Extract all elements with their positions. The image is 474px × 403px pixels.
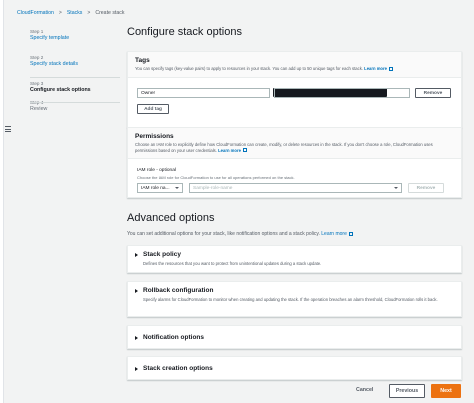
caret-right-icon[interactable] [135, 253, 138, 257]
step-link-specify-template[interactable]: Specify template [30, 35, 112, 42]
tag-remove-button[interactable]: Remove [415, 88, 451, 98]
app-window: CloudFormation > Stacks > Create stack S… [0, 0, 474, 403]
hamburger-menu-icon[interactable] [5, 126, 11, 132]
side-navigation-rail [0, 0, 4, 403]
external-link-icon [388, 66, 393, 71]
permissions-title: Permissions [135, 133, 174, 140]
permissions-learn-more-link[interactable]: Learn more [218, 148, 241, 153]
external-link-icon [242, 148, 247, 153]
rollback-configuration-section[interactable]: Rollback configuration Specify alarms fo… [127, 281, 462, 317]
page-title: Configure stack options [127, 26, 242, 38]
chevron-down-icon [175, 187, 179, 189]
breadcrumb: CloudFormation > Stacks > Create stack [17, 10, 124, 16]
rollback-configuration-title[interactable]: Rollback configuration [143, 287, 213, 294]
step-review: Review [30, 106, 48, 112]
caret-right-icon[interactable] [135, 336, 138, 340]
breadcrumb-stacks[interactable]: Stacks [67, 10, 83, 16]
wizard-step-1: Step 1 Specify template [30, 29, 112, 42]
breadcrumb-separator-icon: > [87, 10, 91, 16]
breadcrumb-current: Create stack [95, 10, 125, 16]
stack-creation-options-title[interactable]: Stack creation options [143, 365, 213, 372]
notification-options-section[interactable]: Notification options [127, 325, 462, 349]
advanced-learn-more-link[interactable]: Learn more [321, 231, 347, 237]
tags-description: You can specify tags (key-value pairs) t… [135, 66, 454, 72]
tags-title: Tags [135, 57, 150, 64]
iam-role-remove-button[interactable]: Remove [408, 183, 444, 193]
tag-key-input[interactable]: Owner [137, 88, 270, 98]
tags-panel: Tags You can specify tags (key-value pai… [127, 51, 462, 128]
tags-learn-more-link[interactable]: Learn more [364, 66, 387, 71]
stack-policy-description: Defines the resources that you want to p… [143, 261, 322, 266]
permissions-panel: Permissions Choose an IAM role to explic… [127, 127, 462, 198]
wizard-footer: Cancel Previous Next [127, 384, 462, 398]
caret-right-icon[interactable] [135, 289, 138, 293]
permissions-header: Permissions Choose an IAM role to explic… [128, 128, 461, 159]
iam-role-type-select[interactable]: IAM role na... [137, 183, 183, 193]
tags-desc-text: You can specify tags (key-value pairs) t… [135, 66, 363, 71]
stack-creation-options-section[interactable]: Stack creation options [127, 356, 462, 380]
permissions-desc-text: Choose an IAM role to explicitly define … [135, 142, 433, 153]
step-divider [30, 77, 120, 78]
tag-value-input[interactable] [274, 88, 410, 98]
tags-header: Tags You can specify tags (key-value pai… [128, 52, 461, 78]
advanced-options-description: You can set additional options for your … [127, 231, 353, 237]
breadcrumb-separator-icon: > [58, 10, 62, 16]
previous-button[interactable]: Previous [389, 384, 425, 398]
external-link-icon [348, 231, 353, 236]
step-current-configure-stack-options: Configure stack options [30, 87, 91, 93]
step-link-specify-stack-details[interactable]: Specify stack details [30, 61, 112, 68]
chevron-down-icon [394, 187, 398, 189]
iam-role-hint: Choose the IAM role for CloudFormation t… [137, 175, 295, 180]
cancel-button[interactable]: Cancel [356, 387, 373, 393]
next-button[interactable]: Next [431, 384, 461, 398]
permissions-description: Choose an IAM role to explicitly define … [135, 142, 454, 153]
iam-role-type-value: IAM role na... [141, 185, 170, 191]
wizard-step-2: Step 2 Specify stack details [30, 55, 112, 68]
advanced-options-title: Advanced options [127, 212, 215, 224]
breadcrumb-cloudformation[interactable]: CloudFormation [17, 10, 54, 16]
advanced-desc-text: You can set additional options for your … [127, 231, 320, 237]
iam-role-placeholder: Sample-role-name [193, 185, 233, 191]
notification-options-title[interactable]: Notification options [143, 334, 204, 341]
rollback-configuration-description: Specify alarms for CloudFormation to mon… [143, 297, 438, 302]
step-divider [30, 102, 120, 103]
iam-role-name-input[interactable]: Sample-role-name [189, 183, 402, 193]
wizard-steps: Step 1 Specify template Step 2 Specify s… [30, 29, 112, 121]
iam-role-label: IAM role - optional [137, 168, 176, 173]
wizard-step-3: Step 3 Configure stack options [30, 81, 112, 94]
stack-policy-section[interactable]: Stack policy Defines the resources that … [127, 245, 462, 273]
caret-right-icon[interactable] [135, 367, 138, 371]
add-tag-button[interactable]: Add tag [137, 104, 169, 114]
stack-policy-title[interactable]: Stack policy [143, 251, 181, 258]
